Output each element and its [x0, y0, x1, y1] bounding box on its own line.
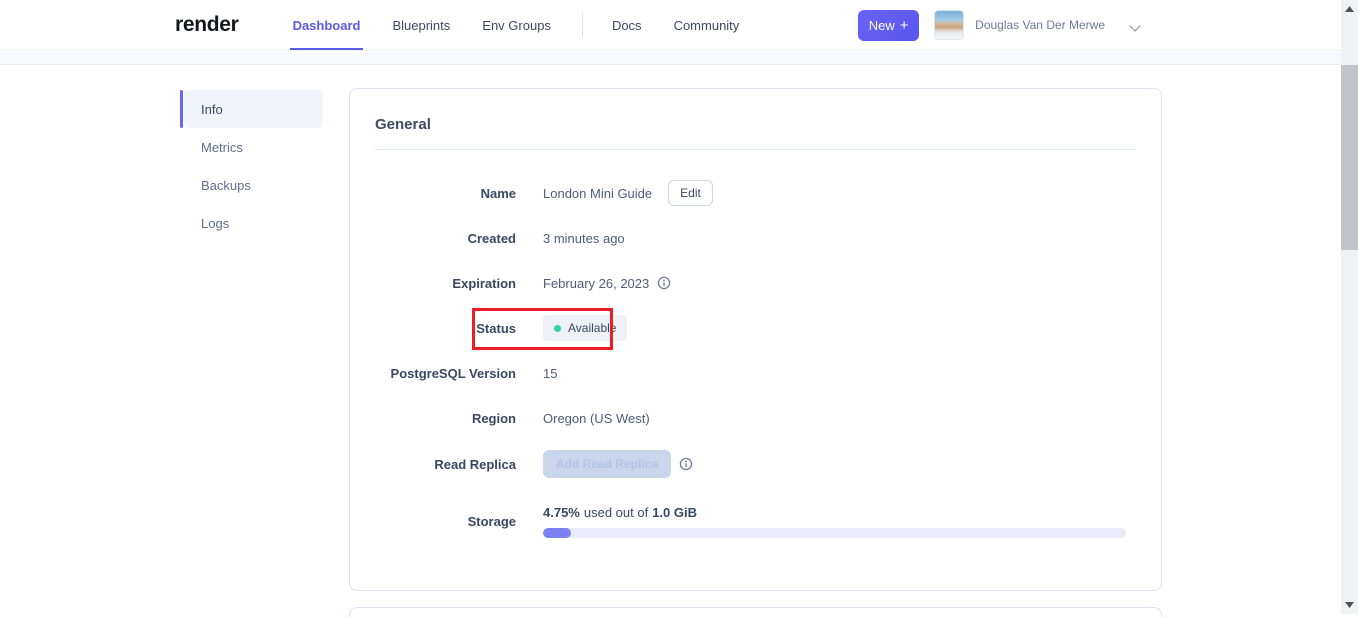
scroll-up-arrow-icon[interactable] — [1341, 1, 1358, 17]
expiration-row: Expiration February 26, 2023 — [350, 270, 1161, 296]
nav-divider — [581, 12, 583, 38]
sidebar-item-metrics[interactable]: Metrics — [184, 128, 323, 166]
storage-connector-text: used out of — [583, 505, 649, 520]
render-logo[interactable]: render — [175, 13, 239, 37]
region-row: Region Oregon (US West) — [350, 405, 1161, 431]
main-nav: Dashboard Blueprints Env Groups Docs Com… — [289, 0, 769, 50]
status-badge-label: Available — [568, 321, 617, 335]
status-dot-icon — [554, 324, 561, 332]
nav-docs[interactable]: Docs — [609, 0, 645, 50]
sidebar-item-info[interactable]: Info — [180, 90, 323, 128]
user-name[interactable]: Douglas Van Der Merwe — [975, 18, 1105, 32]
scrollbar[interactable] — [1341, 0, 1358, 614]
storage-total: 1.0 GiB — [652, 505, 697, 520]
nav-dashboard[interactable]: Dashboard — [289, 0, 364, 50]
header-sub-strip — [0, 52, 1341, 65]
storage-progress-fill — [543, 528, 571, 538]
new-button[interactable]: New + — [858, 9, 920, 41]
expiration-label: Expiration — [452, 275, 516, 291]
sidebar-item-backups[interactable]: Backups — [184, 166, 323, 204]
new-button-label: New — [868, 17, 895, 33]
created-value: 3 minutes ago — [543, 230, 625, 246]
add-read-replica-button[interactable]: Add Read Replica — [543, 450, 672, 478]
name-row: Name London Mini Guide Edit — [350, 180, 1161, 206]
storage-label: Storage — [467, 514, 516, 529]
postgres-version-row: PostgreSQL Version 15 — [350, 360, 1161, 386]
name-label: Name — [480, 185, 516, 201]
card-divider — [375, 149, 1136, 150]
status-badge: Available — [543, 315, 628, 341]
read-replica-value: Add Read Replica — [543, 450, 693, 478]
sidebar-item-logs[interactable]: Logs — [184, 204, 323, 242]
plus-icon: + — [899, 16, 909, 34]
database-name: London Mini Guide — [543, 185, 653, 201]
status-value: Available — [543, 315, 628, 341]
storage-row: Storage 4.75% used out of 1.0 GiB — [350, 505, 1161, 538]
scroll-down-arrow-icon[interactable] — [1341, 597, 1358, 613]
storage-block: 4.75% used out of 1.0 GiB — [543, 505, 1126, 538]
created-row: Created 3 minutes ago — [350, 225, 1161, 251]
expiration-date: February 26, 2023 — [543, 275, 650, 291]
edit-name-button[interactable]: Edit — [668, 180, 713, 206]
nav-blueprints[interactable]: Blueprints — [389, 0, 453, 50]
read-replica-label: Read Replica — [434, 456, 516, 472]
top-nav: render Dashboard Blueprints Env Groups D… — [0, 0, 1341, 51]
name-value: London Mini Guide Edit — [543, 180, 713, 206]
created-label: Created — [467, 230, 516, 246]
info-icon[interactable] — [657, 276, 671, 290]
expiration-value: February 26, 2023 — [543, 276, 671, 291]
nav-env-groups[interactable]: Env Groups — [479, 0, 554, 50]
scrollbar-thumb[interactable] — [1341, 65, 1358, 250]
postgres-version-value: 15 — [543, 365, 558, 381]
general-card: General Name London Mini Guide Edit Crea… — [349, 88, 1162, 591]
chevron-down-icon[interactable] — [1131, 21, 1140, 30]
header-right: New + Douglas Van Der Merwe — [858, 0, 1140, 50]
card-title: General — [375, 116, 431, 133]
sidebar: Info Metrics Backups Logs — [180, 90, 323, 242]
read-replica-row: Read Replica Add Read Replica — [350, 450, 1161, 478]
postgres-version-label: PostgreSQL Version — [390, 365, 516, 381]
next-card-peek — [349, 607, 1162, 617]
status-row: Status Available — [350, 315, 1161, 341]
storage-progress-bar — [543, 528, 1126, 538]
user-avatar[interactable] — [934, 10, 965, 40]
storage-used-percent: 4.75% — [543, 505, 580, 520]
info-icon[interactable] — [679, 457, 693, 471]
nav-community[interactable]: Community — [671, 0, 743, 50]
info-rows: Name London Mini Guide Edit Created 3 mi… — [350, 180, 1161, 538]
region-value: Oregon (US West) — [543, 410, 650, 426]
status-label: Status — [476, 320, 516, 336]
region-label: Region — [471, 410, 516, 426]
storage-usage-text: 4.75% used out of 1.0 GiB — [543, 505, 1126, 520]
